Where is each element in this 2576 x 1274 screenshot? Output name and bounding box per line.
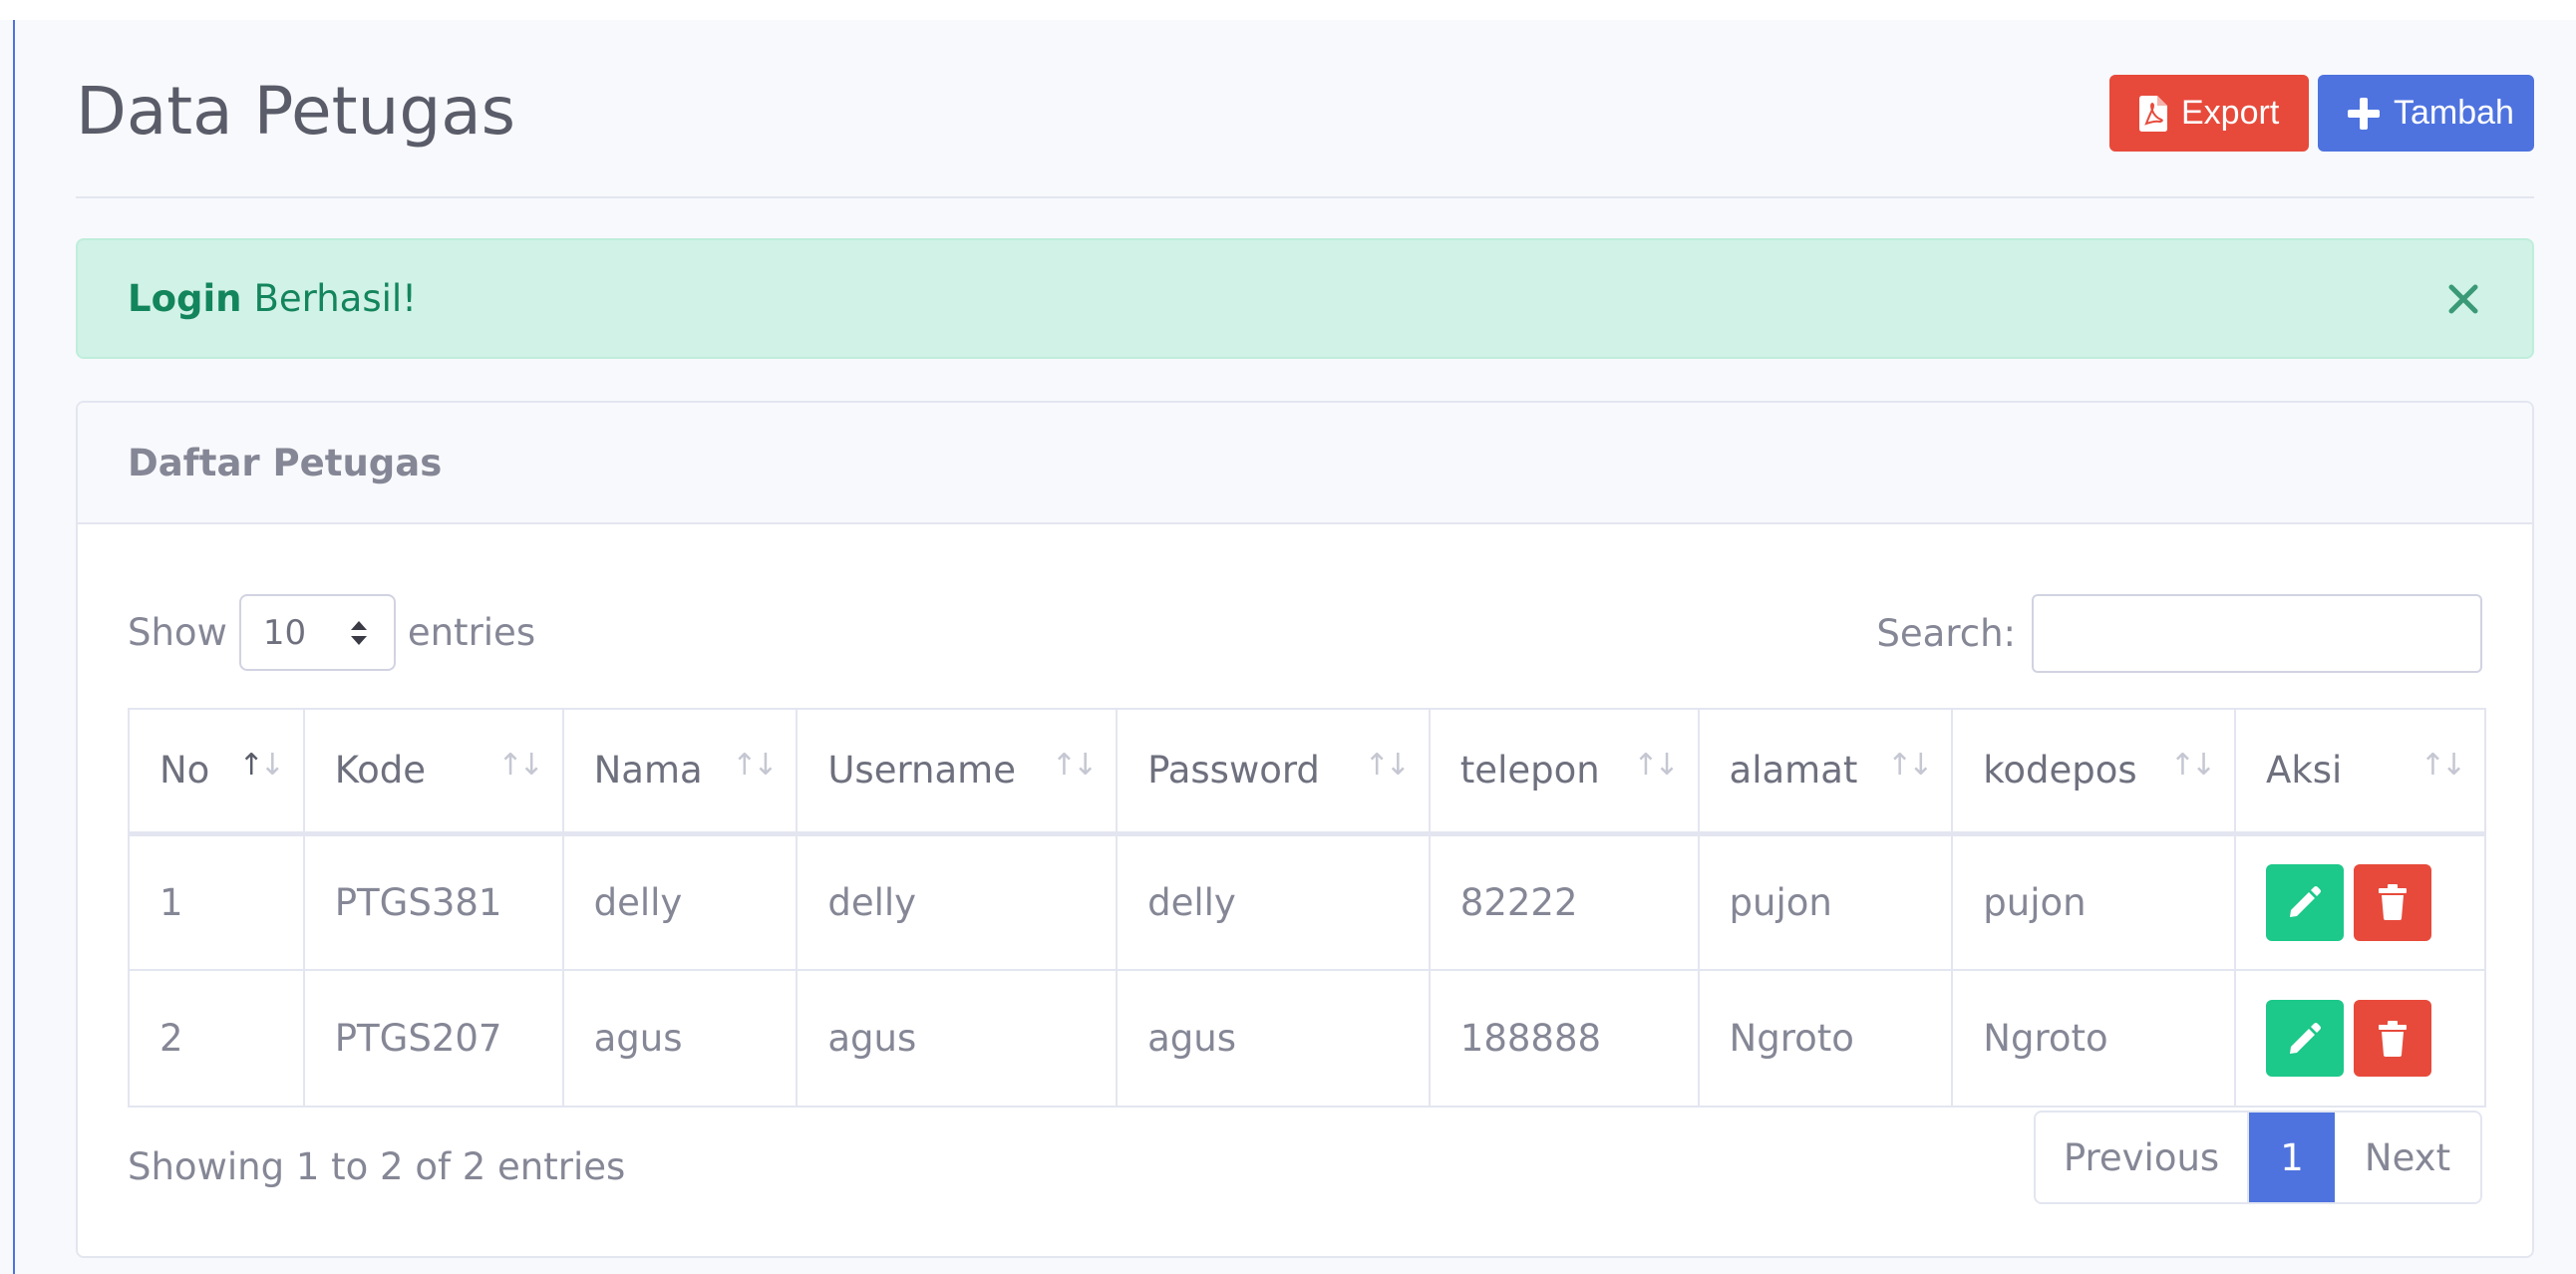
export-button[interactable]: Export [2109, 75, 2309, 152]
entries-value: 10 [262, 612, 307, 653]
trash-icon [2379, 884, 2408, 921]
cell-kode: PTGS381 [302, 832, 564, 971]
cell-password: agus [1116, 969, 1431, 1108]
cell-alamat: pujon [1697, 832, 1954, 971]
edit-button[interactable] [2266, 863, 2345, 941]
entries-select[interactable]: 10 [238, 594, 396, 671]
row-actions [2266, 863, 2484, 941]
page-title: Data Petugas [76, 73, 516, 150]
delete-button[interactable] [2354, 863, 2432, 941]
cell-kode: PTGS207 [302, 969, 564, 1108]
column-header-kodepos[interactable]: kodepos ↑↓ [1951, 708, 2237, 836]
sort-icon: ↑↓ [1364, 748, 1411, 783]
select-arrows-icon [350, 620, 367, 645]
cell-no: 1 [128, 832, 305, 971]
cell-telepon: 188888 [1428, 969, 1700, 1108]
column-header-aksi[interactable]: Aksi ↑↓ [2234, 708, 2486, 836]
card-header: Daftar Petugas [78, 403, 2532, 524]
cell-kodepos: Ngroto [1951, 969, 2237, 1108]
sort-icon: ↑↓ [1633, 748, 1679, 783]
table-row: 2 PTGS207 agus agus agus 188888 Ngroto N… [128, 969, 2486, 1108]
sort-icon: ↑↓ [497, 748, 543, 783]
show-label: Show [128, 611, 227, 654]
pencil-icon [2290, 886, 2322, 918]
table-row: 1 PTGS381 delly delly delly 82222 pujon … [128, 832, 2486, 971]
sort-icon: ↑↓ [2169, 748, 2216, 783]
card-title: Daftar Petugas [128, 441, 443, 484]
entries-label: entries [407, 611, 536, 654]
login-success-alert: Login Berhasil! [76, 238, 2534, 359]
sort-icon: ↑↓ [1887, 748, 1933, 783]
delete-button[interactable] [2354, 1000, 2432, 1077]
petugas-card: Daftar Petugas Show 10 entries Search: N… [76, 401, 2534, 1258]
cell-aksi [2234, 832, 2486, 971]
cell-kodepos: pujon [1951, 832, 2237, 971]
top-bar [0, 0, 2576, 20]
alert-strong-text: Login [128, 277, 242, 320]
next-page-button[interactable]: Next [2335, 1113, 2480, 1202]
main-content: Data Petugas Export Tambah Login Berhasi [76, 20, 2534, 1258]
petugas-table: No ↑↓ Kode ↑↓ Nama ↑↓ Username ↑↓ Password ↑↓… [128, 708, 2486, 1108]
export-label: Export [2181, 94, 2280, 132]
page-header: Data Petugas Export Tambah [76, 20, 2534, 198]
cell-username: agus [796, 969, 1119, 1108]
search-label: Search: [1876, 612, 2016, 655]
previous-page-button[interactable]: Previous [2036, 1113, 2249, 1202]
sort-icon: ↑↓ [1051, 748, 1098, 783]
table-header-row: No ↑↓ Kode ↑↓ Nama ↑↓ Username ↑↓ Password ↑↓… [128, 708, 2486, 836]
cell-aksi [2234, 969, 2486, 1108]
entries-length-control: Show 10 entries [128, 594, 535, 671]
page-1-button[interactable]: 1 [2249, 1113, 2335, 1202]
cell-username: delly [796, 832, 1119, 971]
cell-password: delly [1116, 832, 1431, 971]
pencil-icon [2290, 1022, 2322, 1054]
column-header-username[interactable]: Username ↑↓ [796, 708, 1119, 836]
sort-icon: ↑↓ [238, 748, 284, 783]
cell-alamat: Ngroto [1697, 969, 1954, 1108]
column-header-no[interactable]: No ↑↓ [128, 708, 305, 836]
search-input[interactable] [2032, 594, 2482, 673]
trash-icon [2379, 1020, 2408, 1057]
header-actions: Export Tambah [2109, 75, 2534, 152]
cell-nama: delly [561, 832, 799, 971]
row-actions [2266, 1000, 2484, 1077]
file-pdf-icon [2139, 95, 2167, 132]
tambah-button[interactable]: Tambah [2318, 75, 2534, 152]
cell-nama: agus [561, 969, 799, 1108]
column-header-telepon[interactable]: telepon ↑↓ [1428, 708, 1700, 836]
plus-icon [2348, 97, 2380, 130]
tambah-label: Tambah [2394, 94, 2514, 132]
column-header-nama[interactable]: Nama ↑↓ [561, 708, 799, 836]
cell-telepon: 82222 [1428, 832, 1700, 971]
column-header-password[interactable]: Password ↑↓ [1116, 708, 1431, 836]
table-info: Showing 1 to 2 of 2 entries [128, 1145, 626, 1188]
edit-button[interactable] [2266, 1000, 2345, 1077]
sort-icon: ↑↓ [2419, 748, 2466, 783]
column-header-kode[interactable]: Kode ↑↓ [302, 708, 564, 836]
left-border-line [13, 20, 15, 1274]
pagination: Previous 1 Next [2034, 1111, 2482, 1204]
sort-icon: ↑↓ [732, 748, 778, 783]
search-control: Search: [1876, 594, 2482, 673]
close-icon[interactable] [2446, 282, 2480, 316]
column-header-alamat[interactable]: alamat ↑↓ [1697, 708, 1954, 836]
alert-message: Berhasil! [253, 277, 418, 320]
cell-no: 2 [128, 969, 305, 1108]
